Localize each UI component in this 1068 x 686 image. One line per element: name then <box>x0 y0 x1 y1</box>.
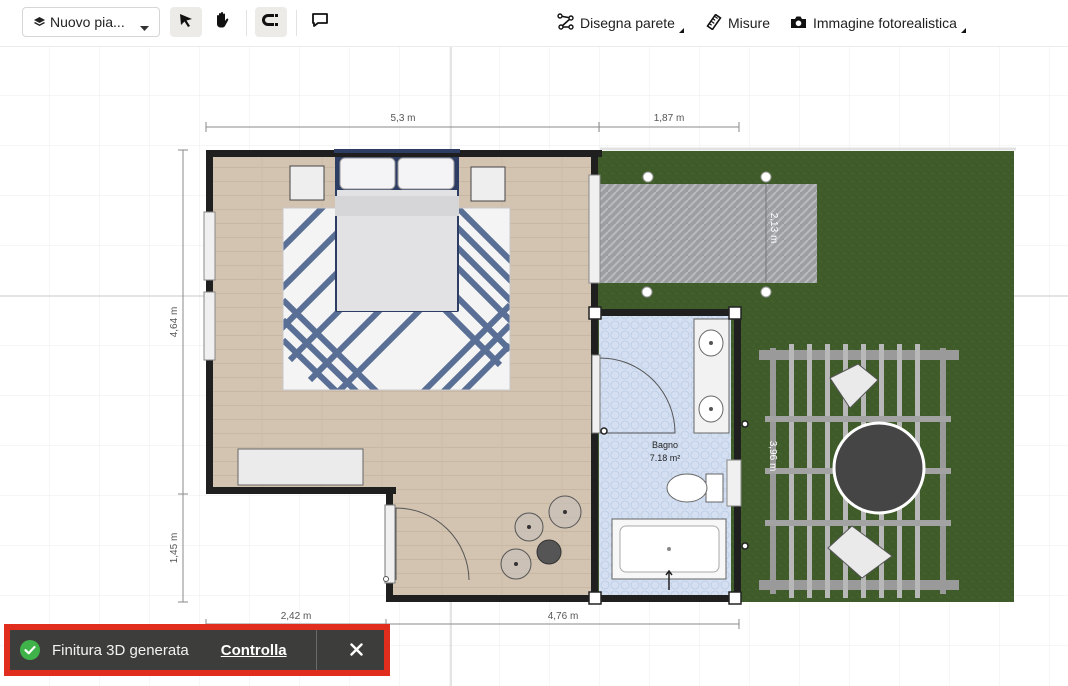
headboard-wall-accent <box>334 149 460 153</box>
toast-divider <box>316 630 317 670</box>
check-circle-icon <box>20 640 40 660</box>
layers-icon <box>33 16 46 28</box>
draw-wall-label: Disegna parete <box>580 15 675 31</box>
stone-patio <box>600 184 817 283</box>
draw-wall-button[interactable]: Disegna parete <box>557 12 690 34</box>
corner-caret-icon <box>678 20 690 36</box>
nightstand-right <box>470 166 506 202</box>
close-icon <box>349 643 363 661</box>
dimension-top-width: 5,3 m <box>390 113 415 124</box>
bench <box>237 448 364 486</box>
nightstand-left <box>289 165 325 201</box>
floor-selector-label: Nuovo pia... <box>50 14 125 30</box>
select-tool-button[interactable] <box>170 7 202 37</box>
review-link[interactable]: Controlla <box>221 642 287 659</box>
dimension-pergola-depth: 3,96 m <box>767 441 778 472</box>
polyline-icon <box>557 13 580 33</box>
room-name: Bagno <box>652 440 678 450</box>
floor-plan-canvas[interactable]: 5,3 m 1,87 m 4,64 m 1,45 m 2,42 m 4,76 m… <box>0 46 1068 686</box>
close-toast-button[interactable] <box>346 642 366 662</box>
hand-icon <box>214 11 230 34</box>
photorealistic-image-button[interactable]: Immagine fotorealistica <box>790 12 972 34</box>
chevron-down-icon <box>140 19 149 35</box>
snap-magnet-button[interactable] <box>255 7 287 37</box>
cursor-arrow-icon <box>178 12 194 33</box>
dimension-top-patio: 1,87 m <box>654 113 685 124</box>
dimension-bottom-right: 4,76 m <box>548 611 579 622</box>
notification-toast: Finitura 3D generata Controlla <box>4 624 390 676</box>
pan-tool-button[interactable] <box>206 7 238 37</box>
dimension-bottom-left: 2,42 m <box>281 611 312 622</box>
double-bed <box>335 151 459 312</box>
measures-label: Misure <box>728 15 771 31</box>
ruler-icon <box>706 12 728 33</box>
magnet-icon <box>262 13 280 32</box>
room-area: 7.18 m² <box>650 453 681 463</box>
toolbar-divider <box>246 10 247 36</box>
comment-button[interactable] <box>304 7 336 37</box>
photo-label: Immagine fotorealistica <box>813 15 957 31</box>
corner-caret-icon <box>960 20 972 36</box>
toolbar-divider <box>296 10 297 36</box>
measures-button[interactable]: Misure <box>706 12 770 34</box>
floor-selector[interactable]: Nuovo pia... <box>22 7 160 37</box>
toilet <box>666 473 724 503</box>
toast-body: Finitura 3D generata Controlla <box>10 630 384 670</box>
toast-message: Finitura 3D generata <box>52 641 189 659</box>
double-sink <box>693 318 730 434</box>
dimension-patio-depth: 2,13 m <box>768 213 779 244</box>
top-toolbar: Nuovo pia... Disegna parete Misure Immag… <box>0 0 1068 47</box>
comment-icon <box>311 12 329 33</box>
dimension-left-height: 4,64 m <box>169 307 180 338</box>
camera-icon <box>790 15 813 32</box>
dimension-left-lower: 1,45 m <box>169 533 180 564</box>
